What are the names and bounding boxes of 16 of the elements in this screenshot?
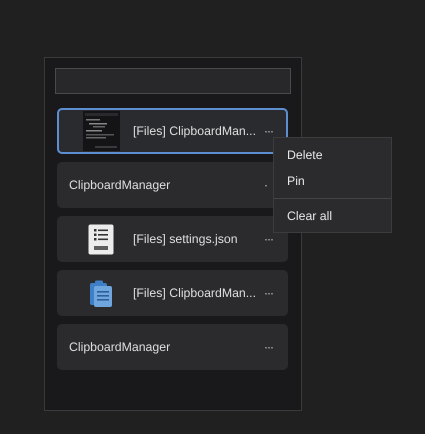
more-button[interactable]: ··· — [264, 232, 278, 246]
item-text: [Files] ClipboardMan... — [133, 124, 258, 138]
json-file-icon — [88, 224, 114, 254]
item-text: [Files] ClipboardMan... — [133, 286, 258, 300]
more-button[interactable]: ··· — [264, 340, 278, 354]
clipboard-item[interactable]: [Files] ClipboardMan... ··· — [57, 108, 288, 154]
item-text: [Files] settings.json — [133, 232, 239, 246]
clipboard-item[interactable]: [Files] settings.json ··· — [57, 216, 288, 262]
item-text: ClipboardManager — [69, 178, 172, 192]
clipboard-item[interactable]: [Files] ClipboardMan... ··· — [57, 270, 288, 316]
search-field[interactable] — [55, 68, 291, 94]
item-text: ClipboardManager — [69, 340, 172, 354]
clipboard-item[interactable]: ClipboardManager ··· — [57, 324, 288, 370]
clipboard-icon — [89, 280, 113, 306]
more-button[interactable]: ··· — [264, 124, 278, 138]
more-button[interactable]: ··· — [264, 286, 278, 300]
